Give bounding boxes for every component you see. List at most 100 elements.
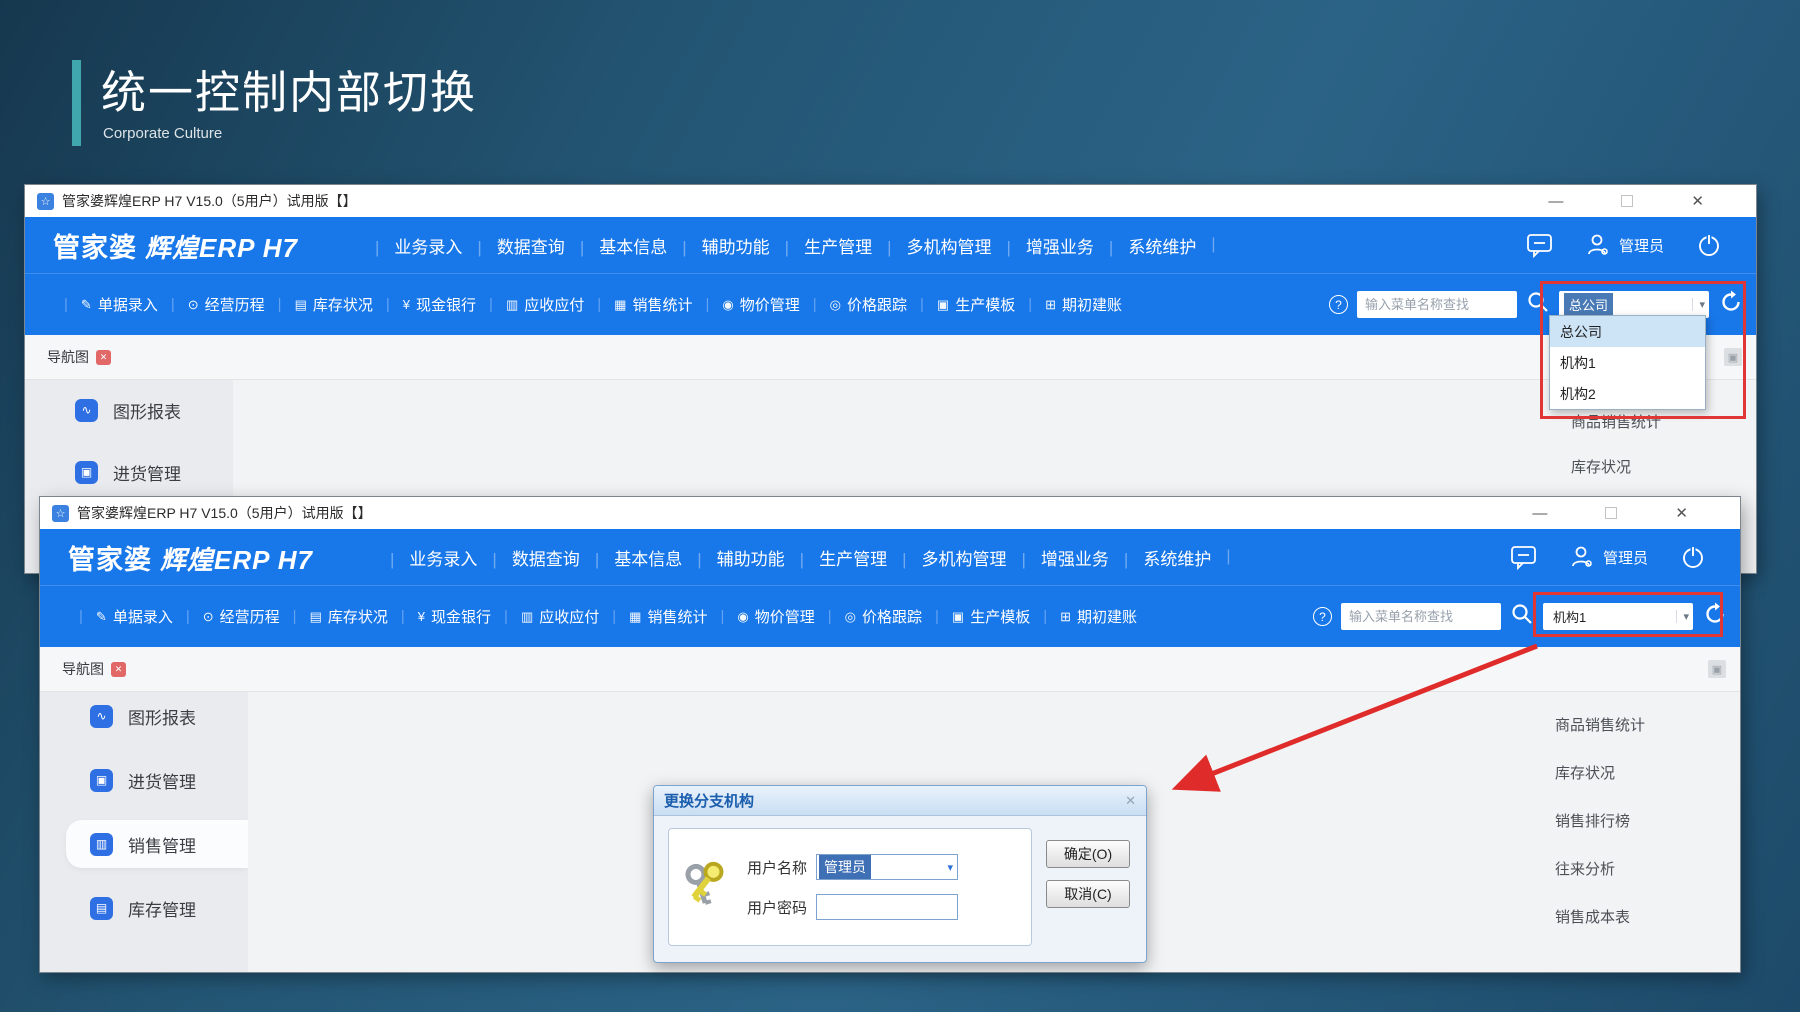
help-icon[interactable]: ? xyxy=(1313,607,1332,626)
toolbar-item[interactable]: ◉ 物价管理 xyxy=(692,294,799,315)
org-switch-combobox[interactable]: 总公司 ▾ xyxy=(1559,291,1709,318)
chevron-down-icon[interactable]: ▾ xyxy=(1692,298,1705,311)
menu-item[interactable]: 多机构管理 xyxy=(887,545,1006,570)
org-option-branch2[interactable]: 机构2 xyxy=(1550,378,1705,409)
menu-item[interactable]: 基本信息 xyxy=(580,545,682,570)
cancel-button[interactable]: 取消(C) xyxy=(1046,880,1130,908)
menu-item[interactable]: 辅助功能 xyxy=(667,233,769,258)
menu-item[interactable]: 生产管理 xyxy=(770,233,872,258)
menu-item[interactable]: 数据查询 xyxy=(477,545,579,570)
window-controls: — ✕ xyxy=(1532,506,1728,521)
quick-link[interactable]: 销售排行榜 xyxy=(1555,810,1740,834)
toolbar-item[interactable]: ▤库存状况 xyxy=(280,606,388,627)
toolbar-item-label: 物价管理 xyxy=(755,606,815,627)
search-icon[interactable] xyxy=(1510,602,1534,631)
refresh-icon[interactable] xyxy=(1702,601,1728,632)
toolbar-item[interactable]: ▥应收应付 xyxy=(491,606,599,627)
toolbar-item[interactable]: ¥现金银行 xyxy=(388,606,491,627)
toolbar-item[interactable]: ▤库存状况 xyxy=(265,294,373,315)
menu-item[interactable]: 系统维护 xyxy=(1109,545,1211,570)
keys-icon xyxy=(681,857,733,917)
panel-toggle-icon[interactable]: ▣ xyxy=(1708,660,1726,678)
toolbar-item[interactable]: ⊙经营历程 xyxy=(173,606,280,627)
menu-item[interactable]: 业务录入 xyxy=(375,545,477,570)
tab-close-icon[interactable]: ✕ xyxy=(111,662,126,677)
menu-item[interactable]: 业务录入 xyxy=(360,233,462,258)
toolbar-item-icon: ◉ xyxy=(737,609,748,625)
menu-item[interactable]: 增强业务 xyxy=(992,233,1094,258)
toolbar-item-icon: ⊞ xyxy=(1060,609,1071,625)
maximize-button[interactable] xyxy=(1621,195,1633,207)
toolbar-item[interactable]: ▦销售统计 xyxy=(599,606,707,627)
menu-item[interactable]: 增强业务 xyxy=(1007,545,1109,570)
menu-item[interactable]: 辅助功能 xyxy=(682,545,784,570)
purchase-mgmt-icon: ▣ xyxy=(75,461,98,484)
tab-navigation-map[interactable]: 导航图 ✕ xyxy=(62,659,126,679)
org-switch-combobox[interactable]: 机构1 ▾ xyxy=(1543,603,1693,630)
toolbar-item[interactable]: ⊙经营历程 xyxy=(158,294,265,315)
menu-search-input[interactable] xyxy=(1357,291,1517,318)
toolbar-item[interactable]: ✎单据录入 xyxy=(51,294,158,315)
message-icon[interactable] xyxy=(1510,544,1537,570)
toolbar-item-label: 物价管理 xyxy=(740,294,800,315)
username-combobox[interactable]: 管理员 ▾ xyxy=(816,854,958,880)
sidebar-item-chart-reports[interactable]: ∿ 图形报表 xyxy=(40,692,248,740)
org-option-branch1[interactable]: 机构1 xyxy=(1550,347,1705,378)
toolbar-item[interactable]: ▥应收应付 xyxy=(476,294,584,315)
message-icon[interactable] xyxy=(1526,232,1553,258)
sidebar-item-purchase-mgmt[interactable]: ▣ 进货管理 xyxy=(40,756,248,804)
power-icon[interactable] xyxy=(1680,544,1706,570)
power-icon[interactable] xyxy=(1696,232,1722,258)
chevron-down-icon[interactable]: ▾ xyxy=(1676,610,1689,623)
toolbar-item-icon: ◉ xyxy=(722,297,733,313)
current-user[interactable]: 管理员 xyxy=(1569,544,1648,570)
minimize-button[interactable]: — xyxy=(1548,194,1563,209)
menu-item[interactable]: 数据查询 xyxy=(462,233,564,258)
panel-toggle-icon[interactable]: ▣ xyxy=(1724,348,1742,366)
quick-link[interactable]: 库存状况 xyxy=(1571,456,1756,480)
ok-button[interactable]: 确定(O) xyxy=(1046,840,1130,868)
app-logo: 管家婆辉煌ERP H7 xyxy=(53,226,298,265)
close-button[interactable]: ✕ xyxy=(1675,506,1688,521)
toolbar-item[interactable]: ▣生产模板 xyxy=(907,294,1015,315)
tab-navigation-map[interactable]: 导航图 ✕ xyxy=(47,347,111,367)
sidebar-item-chart-reports[interactable]: ∿ 图形报表 xyxy=(25,386,233,434)
sidebar-item-sales-mgmt[interactable]: ▥ 销售管理 xyxy=(66,820,248,868)
dialog-close-icon[interactable]: ✕ xyxy=(1125,793,1136,809)
quick-link[interactable]: 往来分析 xyxy=(1555,858,1740,882)
toolbar-item-label: 单据录入 xyxy=(98,294,158,315)
toolbar-item[interactable]: ✎单据录入 xyxy=(66,606,173,627)
toolbar-item[interactable]: ▣生产模板 xyxy=(922,606,1030,627)
toolbar-item-icon: ¥ xyxy=(403,297,410,312)
close-button[interactable]: ✕ xyxy=(1691,194,1704,209)
help-icon[interactable]: ? xyxy=(1329,295,1348,314)
tab-close-icon[interactable]: ✕ xyxy=(96,350,111,365)
quick-link[interactable]: 商品销售统计 xyxy=(1571,411,1756,435)
toolbar-item[interactable]: ▦销售统计 xyxy=(584,294,692,315)
org-option-head-office[interactable]: 总公司 xyxy=(1550,316,1705,347)
maximize-button[interactable] xyxy=(1605,507,1617,519)
quick-link[interactable]: 商品销售统计 xyxy=(1555,714,1740,738)
toolbar-item[interactable]: ¥现金银行 xyxy=(373,294,476,315)
search-icon[interactable] xyxy=(1526,290,1550,319)
password-input[interactable] xyxy=(816,894,958,920)
toolbar-item[interactable]: ◉ 物价管理 xyxy=(707,606,814,627)
menu-item[interactable]: 生产管理 xyxy=(785,545,887,570)
menu-item[interactable]: 多机构管理 xyxy=(872,233,991,258)
chevron-down-icon[interactable]: ▾ xyxy=(947,861,953,874)
toolbar-item[interactable]: ⊞期初建账 xyxy=(1030,606,1137,627)
refresh-icon[interactable] xyxy=(1718,289,1744,320)
current-user[interactable]: 管理员 xyxy=(1585,232,1664,258)
menu-item[interactable]: 系统维护 xyxy=(1094,233,1196,258)
toolbar-items: ✎单据录入 ⊙经营历程 ▤库存状况 ¥现金银行 ▥应收应 xyxy=(66,606,1137,627)
menu-search-input[interactable] xyxy=(1341,603,1501,630)
sidebar-item-purchase-mgmt[interactable]: ▣ 进货管理 xyxy=(25,448,233,496)
quick-link[interactable]: 库存状况 xyxy=(1555,762,1740,786)
toolbar-item[interactable]: ◎价格跟踪 xyxy=(815,606,922,627)
toolbar-item[interactable]: ◎价格跟踪 xyxy=(800,294,907,315)
quick-link[interactable]: 销售成本表 xyxy=(1555,906,1740,930)
menu-item[interactable]: 基本信息 xyxy=(565,233,667,258)
sidebar-item-inventory-mgmt[interactable]: ▤ 库存管理 xyxy=(40,884,248,932)
minimize-button[interactable]: — xyxy=(1532,506,1547,521)
toolbar-item[interactable]: ⊞期初建账 xyxy=(1015,294,1122,315)
